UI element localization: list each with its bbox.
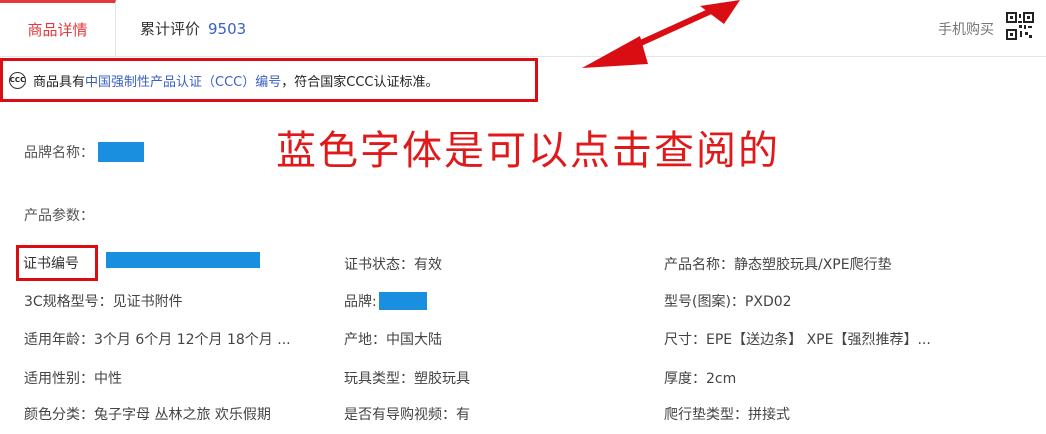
brand-name-label: 品牌名称： [24, 145, 94, 161]
cert-number-redaction[interactable] [106, 252, 260, 268]
mobile-buy-link[interactable]: 手机购买 [938, 19, 994, 39]
product-name: 产品名称：静态塑胶玩具/XPE爬行垫 [664, 257, 892, 273]
ccc-notice-prefix: 商品具有 [33, 74, 86, 90]
reviews-count: 9503 [208, 20, 247, 38]
thickness: 厚度：2cm [664, 371, 737, 387]
brand-redaction [378, 292, 427, 310]
ccc-notice-suffix: ，符合国家CCC认证标准。 [281, 74, 439, 90]
annotation-text: 蓝色字体是可以点击查阅的 [276, 128, 780, 174]
cert-status: 证书状态：有效 [344, 257, 442, 273]
cert-number-label: 证书编号 [23, 256, 79, 272]
origin: 产地：中国大陆 [344, 332, 442, 348]
qr-code-icon[interactable] [1006, 12, 1034, 40]
ccc-notice-box: CCC 商品具有 中国强制性产品认证（CCC）编号 ，符合国家CCC认证标准。 [0, 58, 538, 102]
tab-product-details-label: 商品详情 [27, 21, 88, 39]
ccc-certificate-link[interactable]: 中国强制性产品认证（CCC）编号 [85, 71, 281, 90]
tab-reviews[interactable]: 累计评价 9503 [140, 18, 246, 39]
suitable-gender: 适用性别：中性 [24, 371, 122, 387]
suitable-age: 适用年龄：3个月 6个月 12个月 18个月 ... [24, 332, 291, 348]
brand-row: 品牌: [344, 291, 427, 311]
toy-type: 玩具类型：塑胶玩具 [344, 371, 470, 387]
guide-video: 是否有导购视频：有 [344, 407, 470, 423]
tab-bar: 商品详情 累计评价 9503 手机购买 [0, 0, 1046, 57]
color-category: 颜色分类：兔子字母 丛林之旅 欢乐假期 [24, 407, 271, 423]
model-3c: 3C规格型号：见证书附件 [24, 294, 183, 310]
cert-number-label-box: 证书编号 [16, 245, 98, 281]
brand-name-row: 品牌名称： [24, 142, 144, 162]
model-number: 型号(图案)：PXD02 [664, 294, 792, 310]
brand-label: 品牌: [344, 294, 377, 310]
tab-reviews-label: 累计评价 [140, 20, 201, 38]
mat-type: 爬行垫类型：拼接式 [664, 407, 790, 423]
ccc-logo-icon: CCC [9, 71, 26, 89]
brand-name-redaction [98, 142, 144, 162]
tab-product-details[interactable]: 商品详情 [0, 0, 116, 56]
size: 尺寸：EPE【送边条】 XPE【强烈推荐】... [664, 332, 931, 348]
product-params-title: 产品参数： [24, 208, 94, 224]
